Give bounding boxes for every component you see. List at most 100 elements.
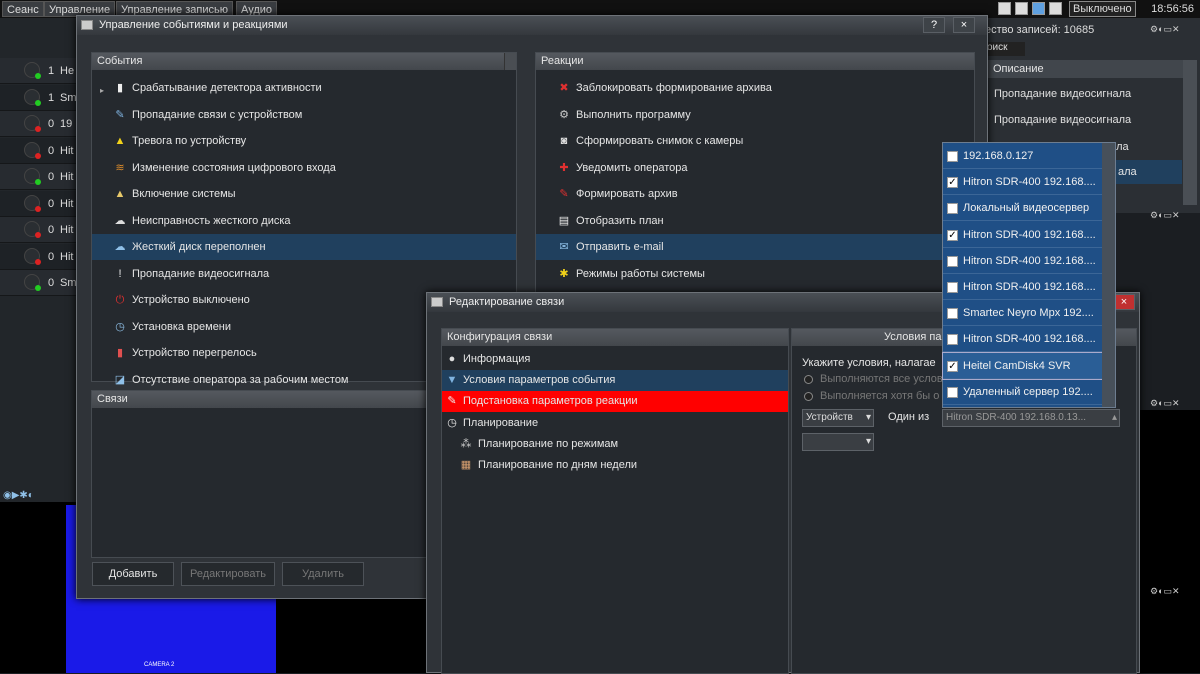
config-item[interactable]: ◷ Планирование (442, 413, 788, 434)
event-item[interactable]: ☁ Жесткий диск переполнен (92, 234, 516, 260)
dropdown-option[interactable]: Hitron SDR-400 192.168.... (943, 326, 1103, 353)
device-off-icon: ⏻ (115, 294, 125, 306)
checkbox[interactable] (947, 308, 958, 320)
dropdown-option[interactable]: Hitron SDR-400 192.168.... (943, 248, 1103, 274)
config-item[interactable]: ● Информация (442, 349, 788, 370)
device-row[interactable]: 0 19 (0, 111, 78, 137)
status-dot-icon (24, 194, 41, 212)
search-tab[interactable]: оиск (985, 42, 1025, 56)
dropdown-scrollbar[interactable] (1102, 143, 1115, 407)
description-column-header[interactable]: Описание (985, 60, 1185, 78)
device-name: Hit (60, 197, 74, 210)
event-item[interactable]: ! Пропадание видеосигнала (92, 261, 516, 287)
reaction-item[interactable]: ✎ Формировать архив (536, 181, 974, 207)
checkbox[interactable] (947, 203, 958, 215)
checkbox[interactable]: ✓ (947, 229, 958, 241)
checkbox[interactable] (947, 386, 958, 398)
dropdown-option[interactable]: Удаленный сервер 192.... (943, 379, 1103, 405)
modes-icon: ⁂ (460, 437, 472, 450)
checkbox[interactable] (947, 151, 958, 162)
dropdown-option[interactable]: ✓ Hitron SDR-400 192.168.... (943, 222, 1103, 248)
status-badge[interactable]: Выключено (1069, 1, 1136, 17)
device-row[interactable]: 1 Sm (0, 84, 78, 111)
device-row[interactable]: 0 Hit (0, 243, 78, 270)
event-item[interactable]: ▲ Включение системы (92, 181, 516, 207)
device-row[interactable]: 0 Hit (0, 190, 78, 217)
dialog-close-button[interactable]: × (1113, 294, 1135, 310)
panel-tools-icon[interactable]: ⚙◐▭✕ (1150, 210, 1195, 222)
device-count: 0 (48, 144, 55, 157)
monitor-icon[interactable] (998, 2, 1011, 15)
event-item[interactable]: ☁ Неисправность жесткого диска (92, 208, 516, 234)
checkbox[interactable]: ✓ (947, 177, 958, 189)
event-item[interactable]: ≋ Изменение состояния цифрового входа (92, 155, 516, 181)
radio-any[interactable] (804, 392, 813, 401)
delete-button[interactable]: Удалить (282, 562, 364, 586)
panel-tools-icon[interactable]: ⚙◐▭✕ (1150, 586, 1195, 598)
device-select[interactable]: Hitron SDR-400 192.168.0.13... ▴ (942, 409, 1120, 427)
device-row[interactable]: 0 Hit (0, 137, 78, 164)
device-row[interactable]: 1 He (0, 58, 78, 84)
event-item[interactable]: ▮ Срабатывание детектора активности (92, 75, 516, 101)
checkbox[interactable]: ✓ (947, 360, 958, 372)
dropdown-option[interactable]: ✓ Hitron SDR-400 192.168.... (943, 169, 1103, 196)
pin-icon: ✚ (559, 161, 569, 174)
camera-tool-icon[interactable]: ◉▶✱◐ (3, 490, 34, 501)
reaction-item[interactable]: ▤ Отобразить план (536, 208, 974, 234)
item-label: Hitron SDR-400 192.168.... (963, 333, 1096, 346)
help-button[interactable]: ? (923, 17, 945, 33)
config-item[interactable]: ⁂ Планирование по режимам (442, 434, 788, 455)
dropdown-option[interactable]: Локальный видеосервер (943, 195, 1103, 222)
layout-icon[interactable] (1032, 2, 1045, 15)
radio-all[interactable] (804, 375, 813, 384)
reaction-item[interactable]: ✱ Режимы работы системы (536, 261, 974, 287)
event-item[interactable]: ✎ Пропадание связи с устройством (92, 102, 516, 128)
config-item[interactable]: ▦ Планирование по дням недели (442, 455, 788, 476)
log-scrollbar[interactable] (1183, 60, 1197, 205)
reaction-item[interactable]: ◙ Сформировать снимок с камеры (536, 128, 974, 154)
config-item[interactable]: ✎ Подстановка параметров реакции (442, 391, 788, 413)
status-dot-icon (24, 88, 41, 106)
device-row[interactable]: 0 Hit (0, 217, 78, 243)
device-type-select[interactable]: Устройств ▾ (802, 409, 874, 427)
reaction-item[interactable]: ✉ Отправить e-mail (536, 234, 974, 260)
events-scroll-button[interactable] (504, 53, 516, 70)
radio-all-label[interactable]: Выполняются все услов (820, 373, 943, 385)
dropdown-option[interactable]: Hitron SDR-400 192.168.... (943, 274, 1103, 300)
window-titlebar[interactable]: Управление событиями и реакциями ? × (77, 16, 987, 35)
checkbox[interactable] (947, 255, 958, 267)
menu-session[interactable]: Сеанс (2, 1, 44, 17)
hdd-full-icon: ☁ (114, 241, 126, 253)
grid-icon[interactable] (1049, 2, 1062, 15)
item-label: Выполнить программу (576, 108, 691, 121)
condition-select[interactable]: ▾ (802, 433, 874, 451)
item-label: Отобразить план (576, 214, 664, 227)
checkbox[interactable] (947, 334, 958, 346)
add-icon[interactable] (1015, 2, 1028, 15)
records-count: ество записей: 10685 (985, 24, 1095, 36)
panel-tools-icon[interactable]: ⚙◐▭✕ (1150, 24, 1195, 36)
device-row[interactable]: 0 Sm (0, 270, 78, 296)
device-row[interactable]: 0 Hit (0, 164, 78, 190)
reaction-item[interactable]: ✚ Уведомить оператора (536, 155, 974, 181)
event-item[interactable]: ▲ Тревога по устройству (92, 128, 516, 154)
panel-tools-icon[interactable]: ⚙◐▭✕ (1150, 398, 1195, 410)
reaction-item[interactable]: ✖ Заблокировать формирование архива (536, 75, 974, 101)
pencil-icon: ✎ (559, 188, 569, 200)
device-name: He (60, 65, 75, 77)
close-button[interactable]: × (953, 17, 975, 33)
add-button[interactable]: Добавить (92, 562, 174, 586)
config-item[interactable]: ▼ Условия параметров события (442, 370, 788, 392)
expand-arrow-icon[interactable]: ▸ (100, 86, 104, 95)
reaction-item[interactable]: ⚙ Выполнить программу (536, 102, 974, 128)
digital-input-icon: ≋ (115, 161, 125, 174)
dropdown-option[interactable]: ✓ Heitel CamDisk4 SVR (942, 351, 1104, 380)
camera-label: CAMERA 2 (144, 662, 175, 668)
edit-button[interactable]: Редактировать (181, 562, 275, 586)
device-count: 0 (48, 224, 55, 236)
dropdown-option[interactable]: Smartec Neyro Mpx 192.... (943, 300, 1103, 327)
item-label: Hitron SDR-400 192.168.... (963, 228, 1096, 241)
dropdown-option[interactable]: 192.168.0.127 (943, 143, 1103, 169)
radio-any-label[interactable]: Выполняется хотя бы о (820, 390, 939, 402)
checkbox[interactable] (947, 282, 958, 293)
